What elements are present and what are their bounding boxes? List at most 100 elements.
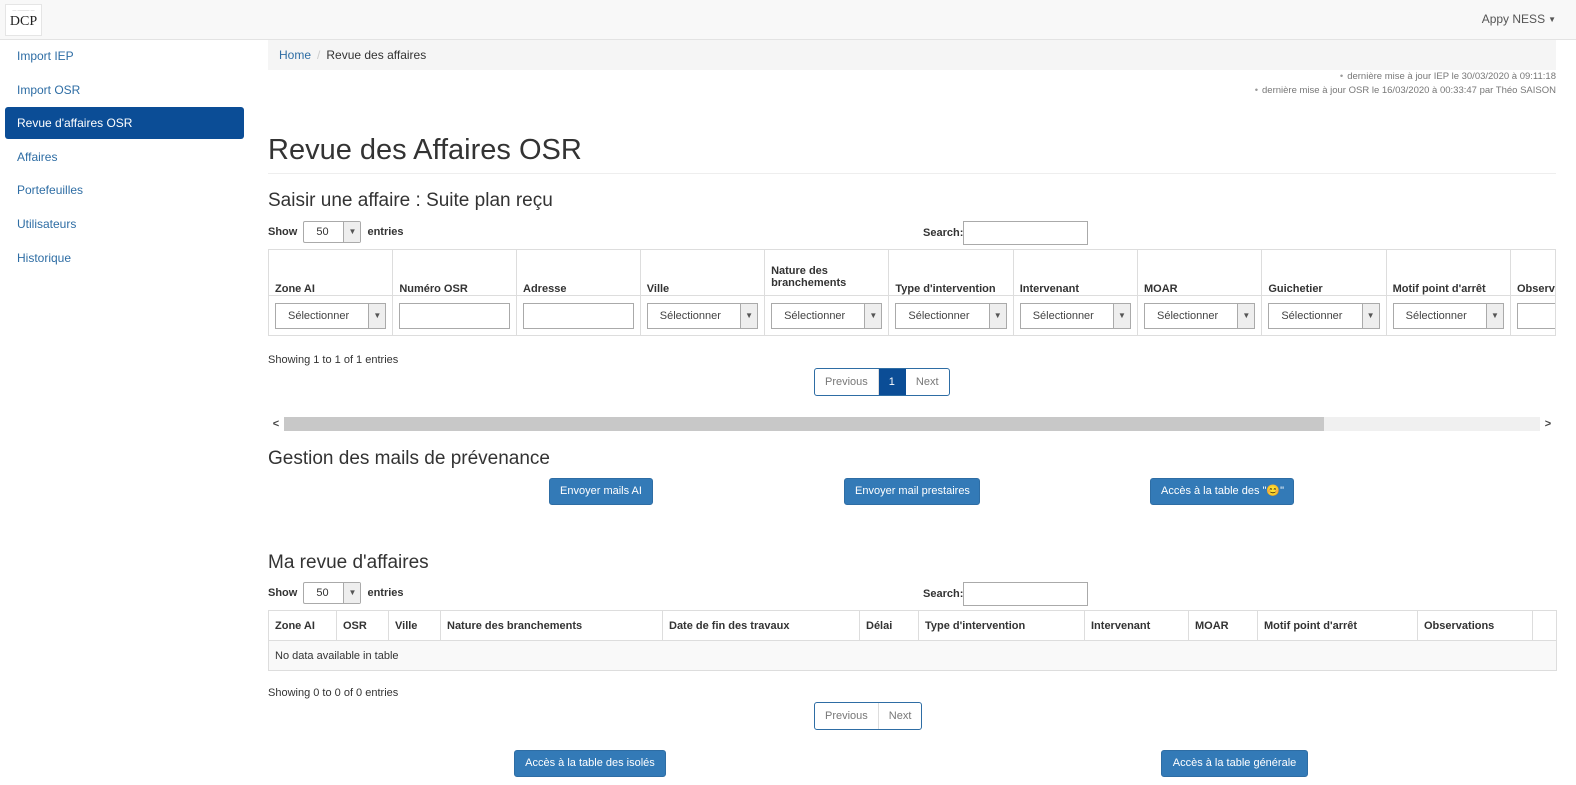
search-control: Search:: [923, 221, 1089, 245]
filter-nature-select[interactable]: Sélectionner ▼: [771, 302, 883, 329]
col-zone-ai[interactable]: Zone AI: [268, 610, 337, 641]
entries-label: entries: [367, 586, 404, 599]
search-input[interactable]: [963, 221, 1089, 245]
access-table-button[interactable]: Accès à la table des "😊": [1150, 478, 1294, 505]
caret-down-icon: ▼: [343, 583, 361, 603]
filter-observations-input[interactable]: [1516, 302, 1555, 329]
show-label: Show: [268, 586, 298, 599]
col-zone-ai[interactable]: Zone AI: [267, 249, 394, 296]
search-label: Search:: [923, 226, 964, 239]
pagination-next[interactable]: Next: [906, 369, 949, 395]
sidebar-item-historique[interactable]: Historique: [5, 242, 244, 274]
send-mail-prestataires-button[interactable]: Envoyer mail prestaires: [844, 478, 980, 505]
breadcrumb-separator: /: [317, 48, 321, 62]
col-observations[interactable]: Observations: [1417, 610, 1533, 641]
send-mails-ai-button[interactable]: Envoyer mails AI: [549, 478, 653, 505]
breadcrumb-home[interactable]: Home: [279, 48, 311, 62]
select-placeholder: Sélectionner: [1032, 309, 1094, 322]
col-extra: [1532, 610, 1557, 641]
filter-ville-select[interactable]: Sélectionner ▼: [646, 302, 759, 329]
entries-length-control: Show 50 ▼ entries: [268, 221, 404, 243]
col-nature-branchements[interactable]: Nature des branchements: [440, 610, 663, 641]
select-placeholder: Sélectionner: [1157, 309, 1219, 322]
page-title: Revue des Affaires OSR: [268, 134, 1556, 174]
pagination-next[interactable]: Next: [879, 703, 922, 729]
logo-mark: DCP: [9, 14, 38, 29]
col-type-intervention[interactable]: Type d'intervention: [918, 610, 1085, 641]
filter-type-intervention-select[interactable]: Sélectionner ▼: [895, 302, 1007, 329]
pagination-page-1[interactable]: 1: [878, 369, 906, 395]
col-osr[interactable]: OSR: [336, 610, 389, 641]
table-info: Showing 1 to 1 of 1 entries: [268, 354, 399, 366]
select-placeholder: Sélectionner: [784, 309, 846, 322]
col-date-fin-travaux[interactable]: Date de fin des travaux: [662, 610, 860, 641]
col-numero-osr[interactable]: Numéro OSR: [392, 249, 518, 296]
select-placeholder: Sélectionner: [288, 309, 350, 322]
filter-moar-select[interactable]: Sélectionner ▼: [1144, 302, 1256, 329]
sidebar-item-affaires[interactable]: Affaires: [5, 141, 244, 173]
entries-select-value: 50: [316, 587, 329, 599]
caret-down-icon: ▼: [343, 222, 361, 242]
pagination: Previous 1 Next: [814, 368, 950, 396]
filter-adresse-input[interactable]: [523, 302, 634, 329]
select-placeholder: Sélectionner: [1405, 309, 1467, 322]
last-updates: dernière mise à jour IEP le 30/03/2020 à…: [1255, 70, 1556, 98]
caret-down-icon: ▼: [864, 303, 882, 328]
sidebar-item-utilisateurs[interactable]: Utilisateurs: [5, 208, 244, 240]
entries-select-value: 50: [316, 226, 329, 238]
select-placeholder: Sélectionner: [908, 309, 970, 322]
entries-select[interactable]: 50 ▼: [303, 221, 362, 243]
section-saisir-affaire-title: Saisir une affaire : Suite plan reçu: [268, 190, 553, 211]
horizontal-scrollbar[interactable]: < >: [268, 416, 1556, 432]
filter-motif-select[interactable]: Sélectionner ▼: [1392, 302, 1504, 329]
filter-zone-ai-select[interactable]: Sélectionner ▼: [275, 302, 387, 329]
col-nature-branchements[interactable]: Nature des branchements: [764, 249, 890, 296]
col-guichetier[interactable]: Guichetier: [1261, 249, 1387, 296]
dcp-logo[interactable]: — ——— — DCP: [5, 4, 42, 36]
sidebar-item-portefeuilles[interactable]: Portefeuilles: [5, 174, 244, 206]
access-table-isoles-button[interactable]: Accès à la table des isolés: [514, 750, 666, 777]
col-observations[interactable]: Observ: [1509, 249, 1557, 296]
chevron-left-icon[interactable]: <: [268, 416, 284, 432]
search-input-2[interactable]: [963, 582, 1089, 606]
col-delai[interactable]: Délai: [859, 610, 919, 641]
select-placeholder: Sélectionner: [1281, 309, 1343, 322]
col-motif-point-arret[interactable]: Motif point d'arrêt: [1257, 610, 1418, 641]
select-placeholder: Sélectionner: [659, 309, 721, 322]
col-motif-point-arret[interactable]: Motif point d'arrêt: [1385, 249, 1511, 296]
breadcrumb-current: Revue des affaires: [326, 48, 427, 62]
filter-intervenant-select[interactable]: Sélectionner ▼: [1019, 302, 1131, 329]
sidebar-item-import-iep[interactable]: Import IEP: [5, 40, 244, 72]
scrollbar-thumb[interactable]: [284, 417, 1324, 431]
sidebar-item-import-osr[interactable]: Import OSR: [5, 74, 244, 106]
user-menu[interactable]: Appy NESS ▼: [1482, 12, 1556, 26]
sidebar-item-revue-affaires-osr[interactable]: Revue d'affaires OSR: [5, 107, 244, 140]
section-ma-revue-title: Ma revue d'affaires: [268, 552, 429, 573]
filter-guichetier-select[interactable]: Sélectionner ▼: [1268, 302, 1380, 329]
col-adresse[interactable]: Adresse: [516, 249, 641, 296]
caret-down-icon: ▼: [988, 303, 1006, 328]
user-name: Appy NESS: [1481, 12, 1546, 26]
col-intervenant[interactable]: Intervenant: [1012, 249, 1139, 296]
empty-table-message: No data available in table: [268, 640, 1557, 671]
col-type-intervention[interactable]: Type d'intervention: [888, 249, 1014, 296]
pagination-previous[interactable]: Previous: [815, 369, 879, 395]
update-iep: dernière mise à jour IEP le 30/03/2020 à…: [1255, 70, 1556, 84]
col-intervenant[interactable]: Intervenant: [1084, 610, 1189, 641]
filter-numero-osr-input[interactable]: [399, 302, 511, 329]
entries-select-2[interactable]: 50 ▼: [303, 582, 362, 604]
col-moar[interactable]: MOAR: [1136, 249, 1263, 296]
breadcrumb: Home / Revue des affaires: [268, 40, 1556, 70]
pagination-previous[interactable]: Previous: [815, 703, 879, 729]
col-ville[interactable]: Ville: [639, 249, 766, 296]
ma-revue-table: Zone AI OSR Ville Nature des branchement…: [268, 610, 1557, 671]
col-ville[interactable]: Ville: [388, 610, 441, 641]
caret-down-icon: ▼: [1548, 15, 1556, 25]
col-moar[interactable]: MOAR: [1188, 610, 1258, 641]
access-table-generale-button[interactable]: Accès à la table générale: [1161, 750, 1308, 777]
search-label: Search:: [923, 587, 964, 600]
section-mails-prevenance-title: Gestion des mails de prévenance: [268, 448, 550, 469]
caret-down-icon: ▼: [1113, 303, 1130, 328]
saisir-affaire-table: Zone AI Numéro OSR Adresse Ville Nature …: [267, 249, 1557, 336]
chevron-right-icon[interactable]: >: [1540, 416, 1556, 432]
